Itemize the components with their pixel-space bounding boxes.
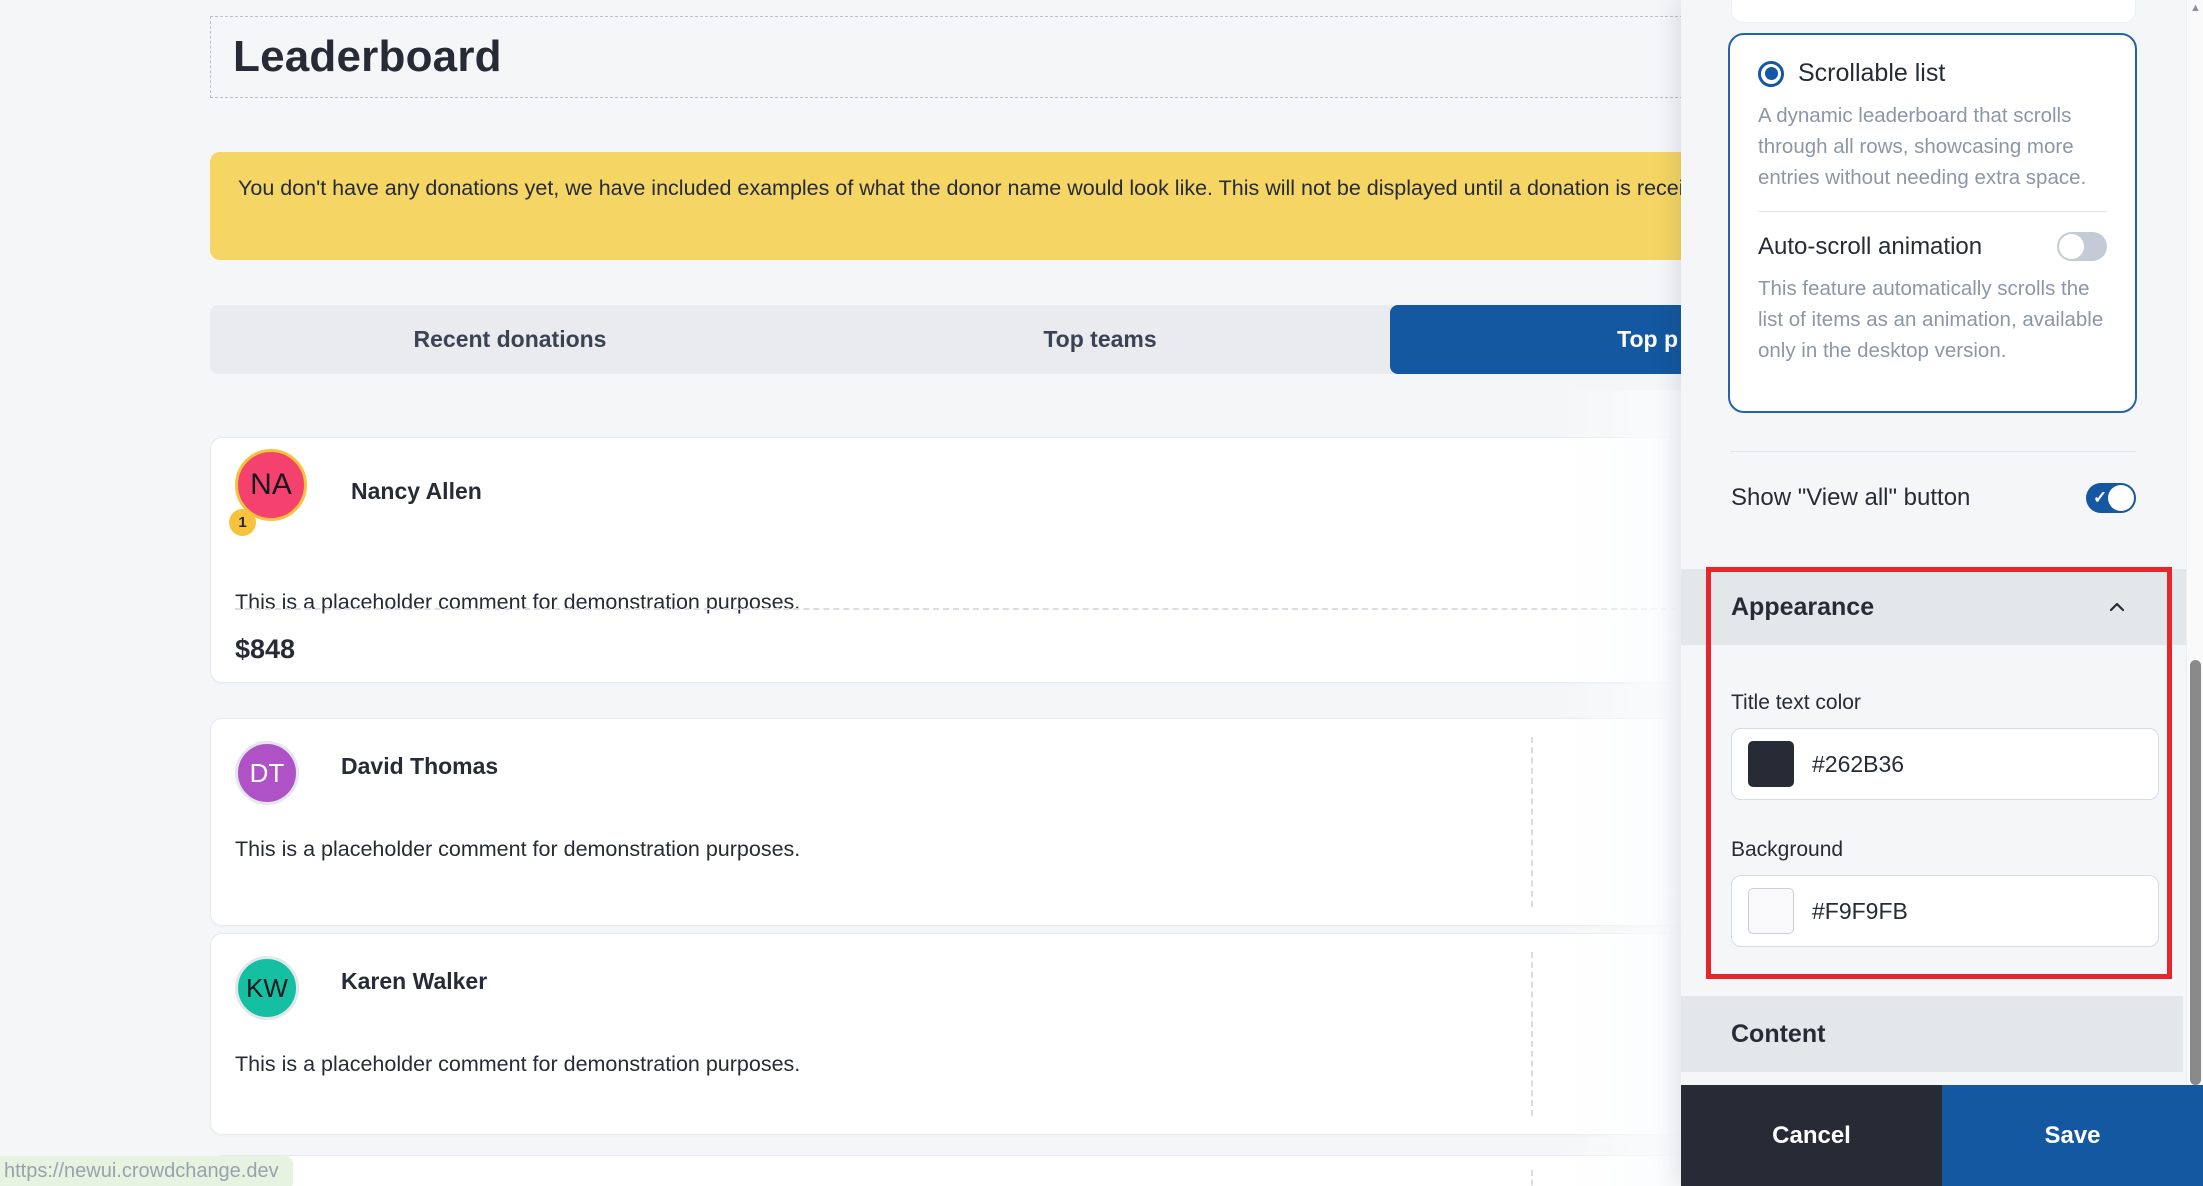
tab-top-participants[interactable]: Top p <box>1390 305 1688 374</box>
appearance-section-header[interactable]: Appearance <box>1681 569 2186 645</box>
donor-comment: This is a placeholder comment for demons… <box>235 1052 800 1077</box>
status-bar-url: https://newui.crowdchange.dev <box>0 1156 293 1186</box>
donor-card: DT David Thomas This is a placeholder co… <box>210 718 1688 926</box>
radio-selected-icon[interactable] <box>1758 61 1784 87</box>
view-all-label: Show "View all" button <box>1731 484 1970 512</box>
view-all-toggle[interactable]: ✓ <box>2086 483 2136 513</box>
color-swatch[interactable] <box>1748 888 1794 934</box>
scrollable-list-option-card: Scrollable list A dynamic leaderboard th… <box>1728 33 2137 413</box>
avatar-initials: DT <box>235 741 299 805</box>
check-icon: ✓ <box>2093 488 2107 508</box>
page-title: Leaderboard <box>233 32 502 82</box>
divider <box>235 608 1677 610</box>
no-donations-warning-banner: You don't have any donations yet, we hav… <box>210 152 1790 260</box>
appearance-title: Appearance <box>1731 593 1874 622</box>
auto-scroll-toggle[interactable] <box>2057 232 2107 261</box>
title-text-color-input[interactable]: #262B36 <box>1731 728 2159 800</box>
panel-footer: Cancel Save <box>1681 1085 2203 1186</box>
rank-badge: 1 <box>229 509 256 536</box>
title-text-color-label: Title text color <box>1731 691 1861 715</box>
scroll-up-arrow-icon[interactable]: ▲ <box>2190 2 2201 14</box>
donor-name: David Thomas <box>341 753 498 780</box>
toggle-knob <box>2108 485 2134 511</box>
layout-option-label: Scrollable list <box>1798 59 1945 88</box>
donor-comment: This is a placeholder comment for demons… <box>235 590 800 615</box>
settings-panel: Scrollable list A dynamic leaderboard th… <box>1681 0 2203 1186</box>
widget-title-box[interactable]: Leaderboard <box>210 16 1688 98</box>
content-section-header[interactable]: Content <box>1681 996 2183 1072</box>
view-all-row: Show "View all" button ✓ <box>1731 483 2136 513</box>
chevron-up-icon <box>2108 598 2126 616</box>
divider <box>1531 952 1533 1116</box>
layout-option-description: A dynamic leaderboard that scrolls throu… <box>1758 100 2110 193</box>
divider <box>1731 451 2136 452</box>
background-color-label: Background <box>1731 838 1843 862</box>
color-value: #262B36 <box>1812 751 1904 778</box>
donor-card: KW Karen Walker This is a placeholder co… <box>210 933 1688 1135</box>
donation-amount: $848 <box>235 634 295 665</box>
panel-scrollbar[interactable]: ▲ <box>2186 0 2203 1085</box>
donor-card-partial <box>210 1155 1688 1186</box>
scrollbar-thumb[interactable] <box>2190 660 2201 1085</box>
donor-name: Karen Walker <box>341 968 487 995</box>
donor-name: Nancy Allen <box>351 478 482 505</box>
leaderboard-tabbar: Recent donations Top teams Top p <box>210 305 1688 374</box>
color-value: #F9F9FB <box>1812 898 1908 925</box>
previous-option-card-sliver <box>1731 0 2136 23</box>
donor-comment: This is a placeholder comment for demons… <box>235 837 800 862</box>
save-button[interactable]: Save <box>1942 1085 2203 1186</box>
divider <box>1531 737 1533 907</box>
auto-scroll-description: This feature automatically scrolls the l… <box>1758 273 2110 366</box>
auto-scroll-row: Auto-scroll animation <box>1758 232 2107 261</box>
tab-recent-donations[interactable]: Recent donations <box>210 305 810 374</box>
banner-text: You don't have any donations yet, we hav… <box>238 176 1724 200</box>
tab-top-teams[interactable]: Top teams <box>810 305 1390 374</box>
toggle-knob <box>2059 234 2084 259</box>
avatar: KW <box>235 956 319 1056</box>
avatar: DT <box>235 741 319 841</box>
cancel-button[interactable]: Cancel <box>1681 1085 1942 1186</box>
background-color-input[interactable]: #F9F9FB <box>1731 875 2159 947</box>
avatar: NA 1 <box>235 449 319 549</box>
content-title: Content <box>1731 1020 1825 1049</box>
layout-option-row[interactable]: Scrollable list <box>1758 59 2107 88</box>
divider <box>1758 211 2107 212</box>
divider <box>1531 1170 1533 1186</box>
auto-scroll-label: Auto-scroll animation <box>1758 233 1982 261</box>
donor-card: NA 1 Nancy Allen This is a placeholder c… <box>210 437 1688 683</box>
color-swatch[interactable] <box>1748 741 1794 787</box>
avatar-initials: KW <box>235 956 299 1020</box>
leaderboard-editor-page: Leaderboard You don't have any donations… <box>0 0 2203 1186</box>
